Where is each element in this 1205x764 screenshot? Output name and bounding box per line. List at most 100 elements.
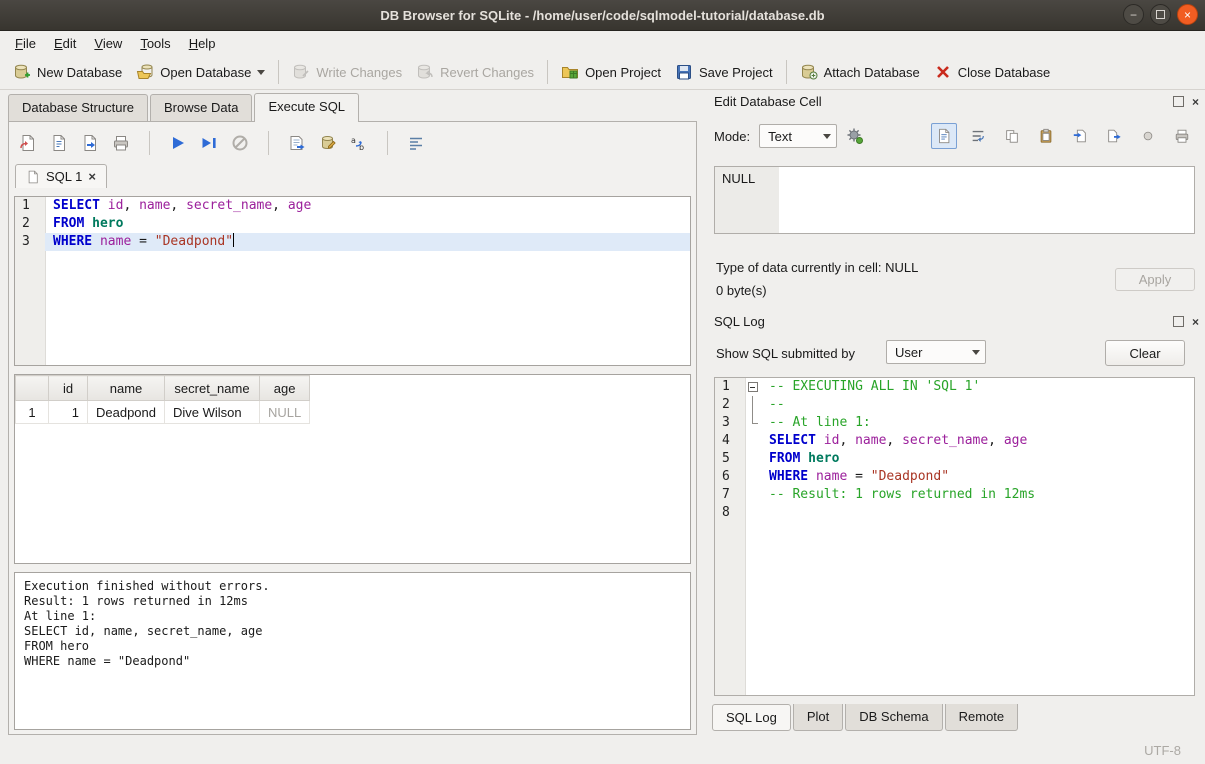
mode-select[interactable]: Text (759, 124, 837, 148)
code-line[interactable]: 1SELECT id, name, secret_name, age (15, 197, 690, 215)
menu-help[interactable]: Help (180, 33, 225, 54)
cell-secret-name[interactable]: Dive Wilson (165, 401, 260, 424)
tab-remote[interactable]: Remote (945, 704, 1019, 731)
execute-all-icon[interactable] (169, 134, 187, 152)
revert-changes-button[interactable]: Revert Changes (409, 59, 541, 85)
export-results-icon[interactable] (288, 134, 306, 152)
set-null-button[interactable] (1135, 123, 1161, 149)
tab-browse-data[interactable]: Browse Data (150, 94, 252, 121)
revert-changes-label: Revert Changes (440, 65, 534, 80)
code-line[interactable]: 3WHERE name = "Deadpond" (15, 233, 690, 251)
word-wrap-button[interactable] (965, 123, 991, 149)
find-replace-icon[interactable]: ab (350, 134, 368, 152)
results-table[interactable]: id name secret_name age 1 1 Deadpond Div… (15, 375, 310, 424)
tab-execute-sql[interactable]: Execute SQL (254, 93, 359, 122)
execute-line-icon[interactable] (200, 134, 218, 152)
cell-age[interactable]: NULL (260, 401, 310, 424)
code-line[interactable]: 6WHERE name = "Deadpond" (715, 468, 1194, 486)
close-button[interactable]: × (1177, 4, 1198, 25)
tab-db-schema[interactable]: DB Schema (845, 704, 942, 731)
save-results-icon[interactable] (319, 134, 337, 152)
close-database-button[interactable]: Close Database (927, 59, 1058, 85)
cell-size-info: 0 byte(s) (716, 283, 767, 298)
table-row[interactable]: 1 1 Deadpond Dive Wilson NULL (16, 401, 310, 424)
print-cell-button[interactable] (1169, 123, 1195, 149)
sql-tab[interactable]: SQL 1 × (15, 164, 107, 188)
undock-icon[interactable] (1173, 96, 1184, 107)
results-area: id name secret_name age 1 1 Deadpond Div… (14, 374, 691, 564)
code-line[interactable]: 5FROM hero (715, 450, 1194, 468)
open-sql-file-icon[interactable] (19, 134, 37, 152)
cell-name[interactable]: Deadpond (88, 401, 165, 424)
line-number: 3 (715, 414, 745, 432)
revert-changes-icon (416, 63, 434, 81)
close-panel-icon[interactable]: × (1192, 95, 1199, 109)
close-tab-icon[interactable]: × (88, 169, 96, 184)
results-header-row: id name secret_name age (16, 376, 310, 401)
close-icon: × (1184, 8, 1191, 22)
column-header-name[interactable]: name (88, 376, 165, 401)
cell-editor[interactable]: NULL (714, 166, 1195, 234)
attach-database-button[interactable]: Attach Database (793, 59, 927, 85)
code-line[interactable]: 2-- (715, 396, 1194, 414)
column-header-age[interactable]: age (260, 376, 310, 401)
code-line[interactable]: 2FROM hero (15, 215, 690, 233)
tab-plot[interactable]: Plot (793, 704, 843, 731)
print-icon (1174, 128, 1190, 144)
app-window: DB Browser for SQLite - /home/user/code/… (0, 0, 1205, 764)
paste-cell-button[interactable] (1033, 123, 1059, 149)
line-number: 3 (15, 233, 45, 251)
menu-file[interactable]: File (6, 33, 45, 54)
code-line[interactable]: 3-- At line 1: (715, 414, 1194, 432)
import-cell-button[interactable] (1067, 123, 1093, 149)
menu-view[interactable]: View (85, 33, 131, 54)
save-sql-as-icon[interactable] (81, 134, 99, 152)
cell-id[interactable]: 1 (49, 401, 88, 424)
minimize-button[interactable]: − (1123, 4, 1144, 25)
edit-cell-header: Edit Database Cell × (714, 94, 1199, 109)
tab-sql-log[interactable]: SQL Log (712, 704, 791, 731)
print-icon[interactable] (112, 134, 130, 152)
fold-marker (745, 468, 761, 486)
menu-tools[interactable]: Tools (131, 33, 179, 54)
export-cell-button[interactable] (1101, 123, 1127, 149)
apply-button[interactable]: Apply (1115, 268, 1195, 291)
auto-mode-gear-icon[interactable] (846, 127, 864, 145)
save-project-icon (675, 63, 693, 81)
text-mode-button[interactable] (931, 123, 957, 149)
maximize-button[interactable] (1150, 4, 1171, 25)
code-line[interactable]: 1-- EXECUTING ALL IN 'SQL 1' (715, 378, 1194, 396)
close-panel-icon[interactable]: × (1192, 315, 1199, 329)
stop-icon[interactable] (231, 134, 249, 152)
open-database-button[interactable]: Open Database (129, 59, 272, 85)
fold-marker[interactable] (745, 378, 761, 396)
open-project-button[interactable]: Open Project (554, 59, 668, 85)
edit-cell-toolbar: Mode: Text (714, 122, 1195, 150)
menu-edit[interactable]: Edit (45, 33, 85, 54)
clear-log-button[interactable]: Clear (1105, 340, 1185, 366)
save-sql-file-icon[interactable] (50, 134, 68, 152)
code-line[interactable]: 8 (715, 504, 1194, 522)
column-header-secret-name[interactable]: secret_name (165, 376, 260, 401)
sql-editor[interactable]: 1SELECT id, name, secret_name, age2FROM … (14, 196, 691, 366)
close-database-label: Close Database (958, 65, 1051, 80)
line-number: 2 (15, 215, 45, 233)
fold-marker (745, 450, 761, 468)
undock-icon[interactable] (1173, 316, 1184, 327)
column-header-id[interactable]: id (49, 376, 88, 401)
chevron-down-icon[interactable] (257, 70, 265, 79)
write-changes-button[interactable]: Write Changes (285, 59, 409, 85)
window-controls: − × (1123, 4, 1198, 25)
submitter-select[interactable]: User (886, 340, 986, 364)
results-corner (16, 376, 49, 401)
line-number: 6 (715, 468, 745, 486)
sql-log-view[interactable]: 1-- EXECUTING ALL IN 'SQL 1'2--3-- At li… (714, 377, 1195, 696)
titlebar[interactable]: DB Browser for SQLite - /home/user/code/… (0, 0, 1205, 31)
new-database-button[interactable]: New Database (6, 59, 129, 85)
code-line[interactable]: 4SELECT id, name, secret_name, age (715, 432, 1194, 450)
tab-database-structure[interactable]: Database Structure (8, 94, 148, 121)
format-sql-icon[interactable] (407, 134, 425, 152)
code-line[interactable]: 7-- Result: 1 rows returned in 12ms (715, 486, 1194, 504)
copy-cell-button[interactable] (999, 123, 1025, 149)
save-project-button[interactable]: Save Project (668, 59, 780, 85)
